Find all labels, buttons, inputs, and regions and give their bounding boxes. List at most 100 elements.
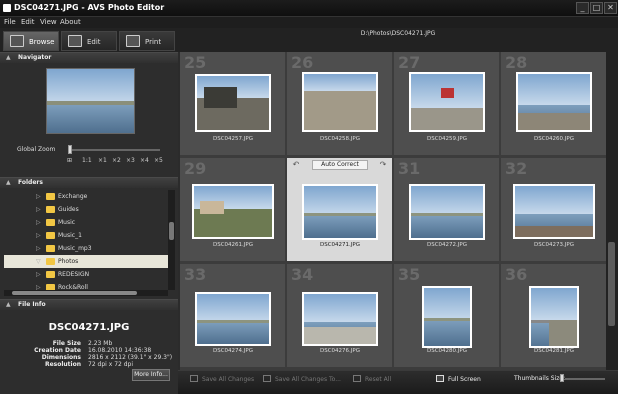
tab-edit-label: Edit bbox=[87, 38, 101, 46]
navigator-title: Navigator bbox=[18, 54, 52, 61]
expand-arrow-icon[interactable]: ▽ bbox=[36, 255, 41, 268]
folder-item[interactable]: ▷ Music bbox=[4, 216, 168, 229]
thumbnail-cell[interactable]: 30DSC04271.JPG↶Auto Correct↷ bbox=[287, 158, 393, 262]
thumbnail-image[interactable] bbox=[195, 292, 271, 346]
thumbnail-image[interactable] bbox=[195, 74, 271, 132]
thumbnail-index: 35 bbox=[398, 265, 421, 284]
thumbnail-image[interactable] bbox=[302, 292, 378, 346]
thumbnail-cell[interactable]: 25 DSC04257.JPG bbox=[180, 52, 286, 156]
rotate-left-icon[interactable]: ↶ bbox=[291, 161, 301, 170]
tab-print[interactable]: Print bbox=[119, 31, 175, 51]
thumbnail-filename: DSC04273.JPG bbox=[533, 242, 574, 248]
thumbnails-size-slider[interactable] bbox=[565, 378, 605, 380]
thumbnail-image[interactable] bbox=[192, 184, 274, 239]
expand-arrow-icon[interactable]: ▷ bbox=[36, 216, 41, 229]
thumbnails-size-label: Thumbnails Size: bbox=[514, 375, 566, 382]
thumbnail-index: 32 bbox=[505, 159, 528, 178]
zoom-slider-knob[interactable] bbox=[68, 145, 72, 154]
zoom-x3[interactable]: ×3 bbox=[126, 157, 135, 164]
expand-arrow-icon[interactable]: ▷ bbox=[36, 242, 41, 255]
folder-icon bbox=[46, 258, 55, 265]
thumbnail-image[interactable] bbox=[422, 286, 472, 348]
thumbnail-image[interactable] bbox=[516, 72, 592, 132]
path-bar: D:\Photos\DSC04271.JPG bbox=[178, 28, 618, 52]
thumbnail-cell[interactable]: 26 DSC04258.JPG bbox=[287, 52, 393, 156]
folder-name: REDESIGN bbox=[58, 271, 90, 278]
folder-item[interactable]: ▷ Rock&Roll bbox=[4, 281, 168, 290]
more-info-button[interactable]: More Info... bbox=[132, 369, 170, 381]
thumbnail-filename: DSC04281.JPG bbox=[533, 348, 574, 354]
menu-view[interactable]: View bbox=[40, 17, 57, 28]
thumbnail-index: 29 bbox=[184, 159, 207, 178]
thumbnail-index: 31 bbox=[398, 159, 421, 178]
zoom-x1[interactable]: ×1 bbox=[98, 157, 107, 164]
folder-icon bbox=[46, 245, 55, 252]
save-all-button[interactable]: Save All Changes bbox=[190, 375, 254, 384]
folder-item[interactable]: ▷ REDESIGN bbox=[4, 268, 168, 281]
folders-header[interactable]: ▲ Folders bbox=[0, 177, 178, 188]
navigator-preview[interactable] bbox=[46, 68, 135, 134]
save-all-to-button[interactable]: Save All Changes To... bbox=[263, 375, 341, 384]
zoom-1-1[interactable]: 1:1 bbox=[82, 157, 92, 164]
thumbnails-size-knob[interactable] bbox=[560, 374, 564, 382]
minimize-button[interactable]: _ bbox=[576, 2, 589, 14]
folder-item[interactable]: ▷ Guides bbox=[4, 203, 168, 216]
thumbnail-index: 26 bbox=[291, 53, 314, 72]
thumbnail-cell[interactable]: 33 DSC04274.JPG bbox=[180, 264, 286, 368]
zoom-x5[interactable]: ×5 bbox=[154, 157, 163, 164]
file-info-header[interactable]: ▲ File Info bbox=[0, 299, 178, 310]
close-button[interactable]: ✕ bbox=[604, 2, 617, 14]
folder-item[interactable]: ▽ Photos bbox=[4, 255, 168, 268]
thumbnail-cell[interactable]: 34 DSC04276.JPG bbox=[287, 264, 393, 368]
tab-edit[interactable]: Edit bbox=[61, 31, 117, 51]
menu-about[interactable]: About bbox=[60, 17, 81, 28]
thumbnail-cell[interactable]: 32 DSC04273.JPG bbox=[501, 158, 606, 262]
thumbnail-index: 28 bbox=[505, 53, 528, 72]
expand-arrow-icon[interactable]: ▷ bbox=[36, 268, 41, 281]
thumbnail-cell[interactable]: 35 DSC04280.JPG bbox=[394, 264, 500, 368]
auto-correct-button[interactable]: Auto Correct bbox=[312, 160, 368, 170]
folder-icon bbox=[46, 206, 55, 213]
save-all-to-label: Save All Changes To... bbox=[275, 376, 341, 383]
rotate-right-icon[interactable]: ↷ bbox=[378, 161, 388, 170]
thumbnail-grid: 25 DSC04257.JPG 26 DSC04258.JPG 27 DSC04259.J… bbox=[180, 52, 606, 370]
full-screen-button[interactable]: Full Screen bbox=[436, 375, 481, 384]
folder-item[interactable]: ▷ Music_1 bbox=[4, 229, 168, 242]
expand-arrow-icon[interactable]: ▷ bbox=[36, 281, 41, 290]
folder-item[interactable]: ▷ Music_mp3 bbox=[4, 242, 168, 255]
thumbnail-image[interactable] bbox=[409, 184, 485, 240]
thumbnail-image[interactable] bbox=[302, 72, 378, 132]
reset-all-button[interactable]: Reset All bbox=[353, 375, 391, 384]
tab-browse[interactable]: Browse bbox=[3, 31, 59, 51]
maximize-button[interactable]: □ bbox=[590, 2, 603, 14]
global-zoom-label: Global Zoom bbox=[17, 146, 56, 153]
folder-item[interactable]: ▷ Exchange bbox=[4, 190, 168, 203]
thumbnail-cell[interactable]: 29 DSC04261.JPG bbox=[180, 158, 286, 262]
zoom-slider-track[interactable] bbox=[70, 149, 160, 151]
thumbnail-image[interactable] bbox=[302, 184, 378, 240]
menu-edit[interactable]: Edit bbox=[21, 17, 35, 28]
thumbnail-image[interactable] bbox=[529, 286, 579, 348]
folder-icon bbox=[46, 271, 55, 278]
thumbnail-cell[interactable]: 31 DSC04272.JPG bbox=[394, 158, 500, 262]
thumbnail-image[interactable] bbox=[513, 184, 595, 239]
thumbnail-cell[interactable]: 36 DSC04281.JPG bbox=[501, 264, 606, 368]
zoom-x2[interactable]: ×2 bbox=[112, 157, 121, 164]
zoom-fit-icon[interactable]: ⊞ bbox=[67, 157, 72, 164]
info-value-dimensions: 2816 x 2112 (39.1" x 29.3") bbox=[88, 354, 173, 361]
grid-scrollbar-thumb[interactable] bbox=[608, 242, 615, 326]
thumbnail-cell[interactable]: 28 DSC04260.JPG bbox=[501, 52, 606, 156]
folder-vscroll[interactable] bbox=[168, 190, 175, 290]
menu-file[interactable]: File bbox=[4, 17, 16, 28]
thumbnail-image[interactable] bbox=[409, 72, 485, 132]
expand-arrow-icon[interactable]: ▷ bbox=[36, 229, 41, 242]
folder-vscroll-thumb[interactable] bbox=[169, 222, 174, 240]
thumbnail-cell[interactable]: 27 DSC04259.JPG bbox=[394, 52, 500, 156]
expand-arrow-icon[interactable]: ▷ bbox=[36, 203, 41, 216]
save-all-label: Save All Changes bbox=[202, 376, 255, 383]
navigator-header[interactable]: ▲ Navigator bbox=[0, 52, 178, 63]
expand-arrow-icon[interactable]: ▷ bbox=[36, 190, 41, 203]
folder-hscroll-thumb[interactable] bbox=[12, 291, 137, 295]
mode-tabs: Browse Edit Print bbox=[0, 28, 178, 52]
zoom-x4[interactable]: ×4 bbox=[140, 157, 149, 164]
